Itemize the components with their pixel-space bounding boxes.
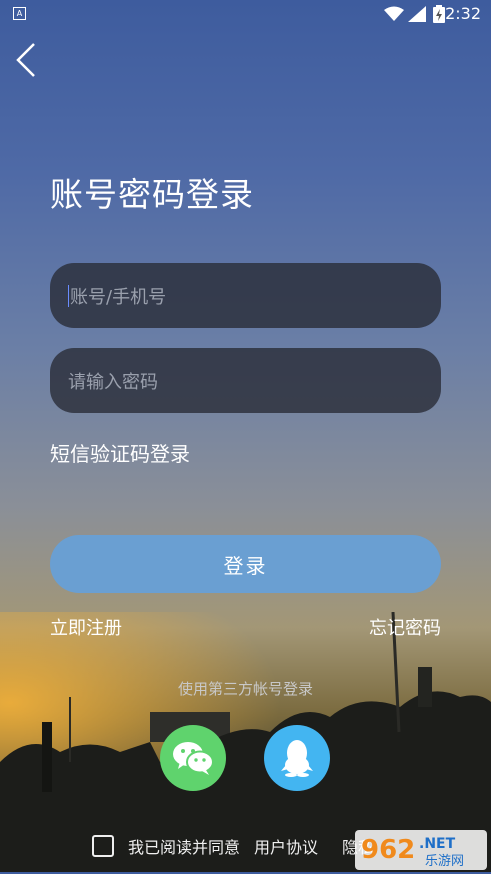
back-arrow-icon[interactable] <box>14 42 40 78</box>
status-time: 2:32 <box>445 4 481 23</box>
register-link[interactable]: 立即注册 <box>50 614 122 640</box>
third-party-login-label: 使用第三方帐号登录 <box>177 680 313 698</box>
sms-login-link[interactable]: 短信验证码登录 <box>50 438 190 467</box>
account-input[interactable]: 账号/手机号 <box>50 263 441 328</box>
status-bar: A 2:32 <box>0 0 491 28</box>
password-input[interactable]: 请输入密码 <box>50 348 441 413</box>
signal-icon <box>408 6 426 22</box>
site-watermark-logo: 962 .NET 乐游网 <box>355 830 487 870</box>
wechat-icon <box>173 742 214 775</box>
wifi-icon <box>384 6 404 21</box>
password-placeholder: 请输入密码 <box>68 371 158 393</box>
agreement-row: 我已阅读并同意 用户协议 隐私 <box>92 834 374 858</box>
forgot-password-link[interactable]: 忘记密码 <box>369 614 441 640</box>
qq-icon <box>281 740 313 777</box>
agreement-text: 我已阅读并同意 <box>128 838 241 857</box>
agreement-checkbox[interactable] <box>92 835 114 857</box>
notification-icon: A <box>13 7 26 20</box>
watermark-number: 962 <box>361 835 415 865</box>
user-agreement-link[interactable]: 用户协议 <box>254 834 318 858</box>
battery-icon <box>433 5 445 23</box>
wechat-login-button[interactable] <box>160 725 226 791</box>
text-cursor <box>68 284 69 307</box>
watermark-subtitle: 乐游网 <box>425 854 464 869</box>
login-button[interactable]: 登录 <box>50 535 441 593</box>
page-title: 账号密码登录 <box>50 175 254 214</box>
qq-login-button[interactable] <box>264 725 330 791</box>
account-placeholder: 账号/手机号 <box>70 286 167 308</box>
watermark-domain: .NET <box>419 836 456 852</box>
